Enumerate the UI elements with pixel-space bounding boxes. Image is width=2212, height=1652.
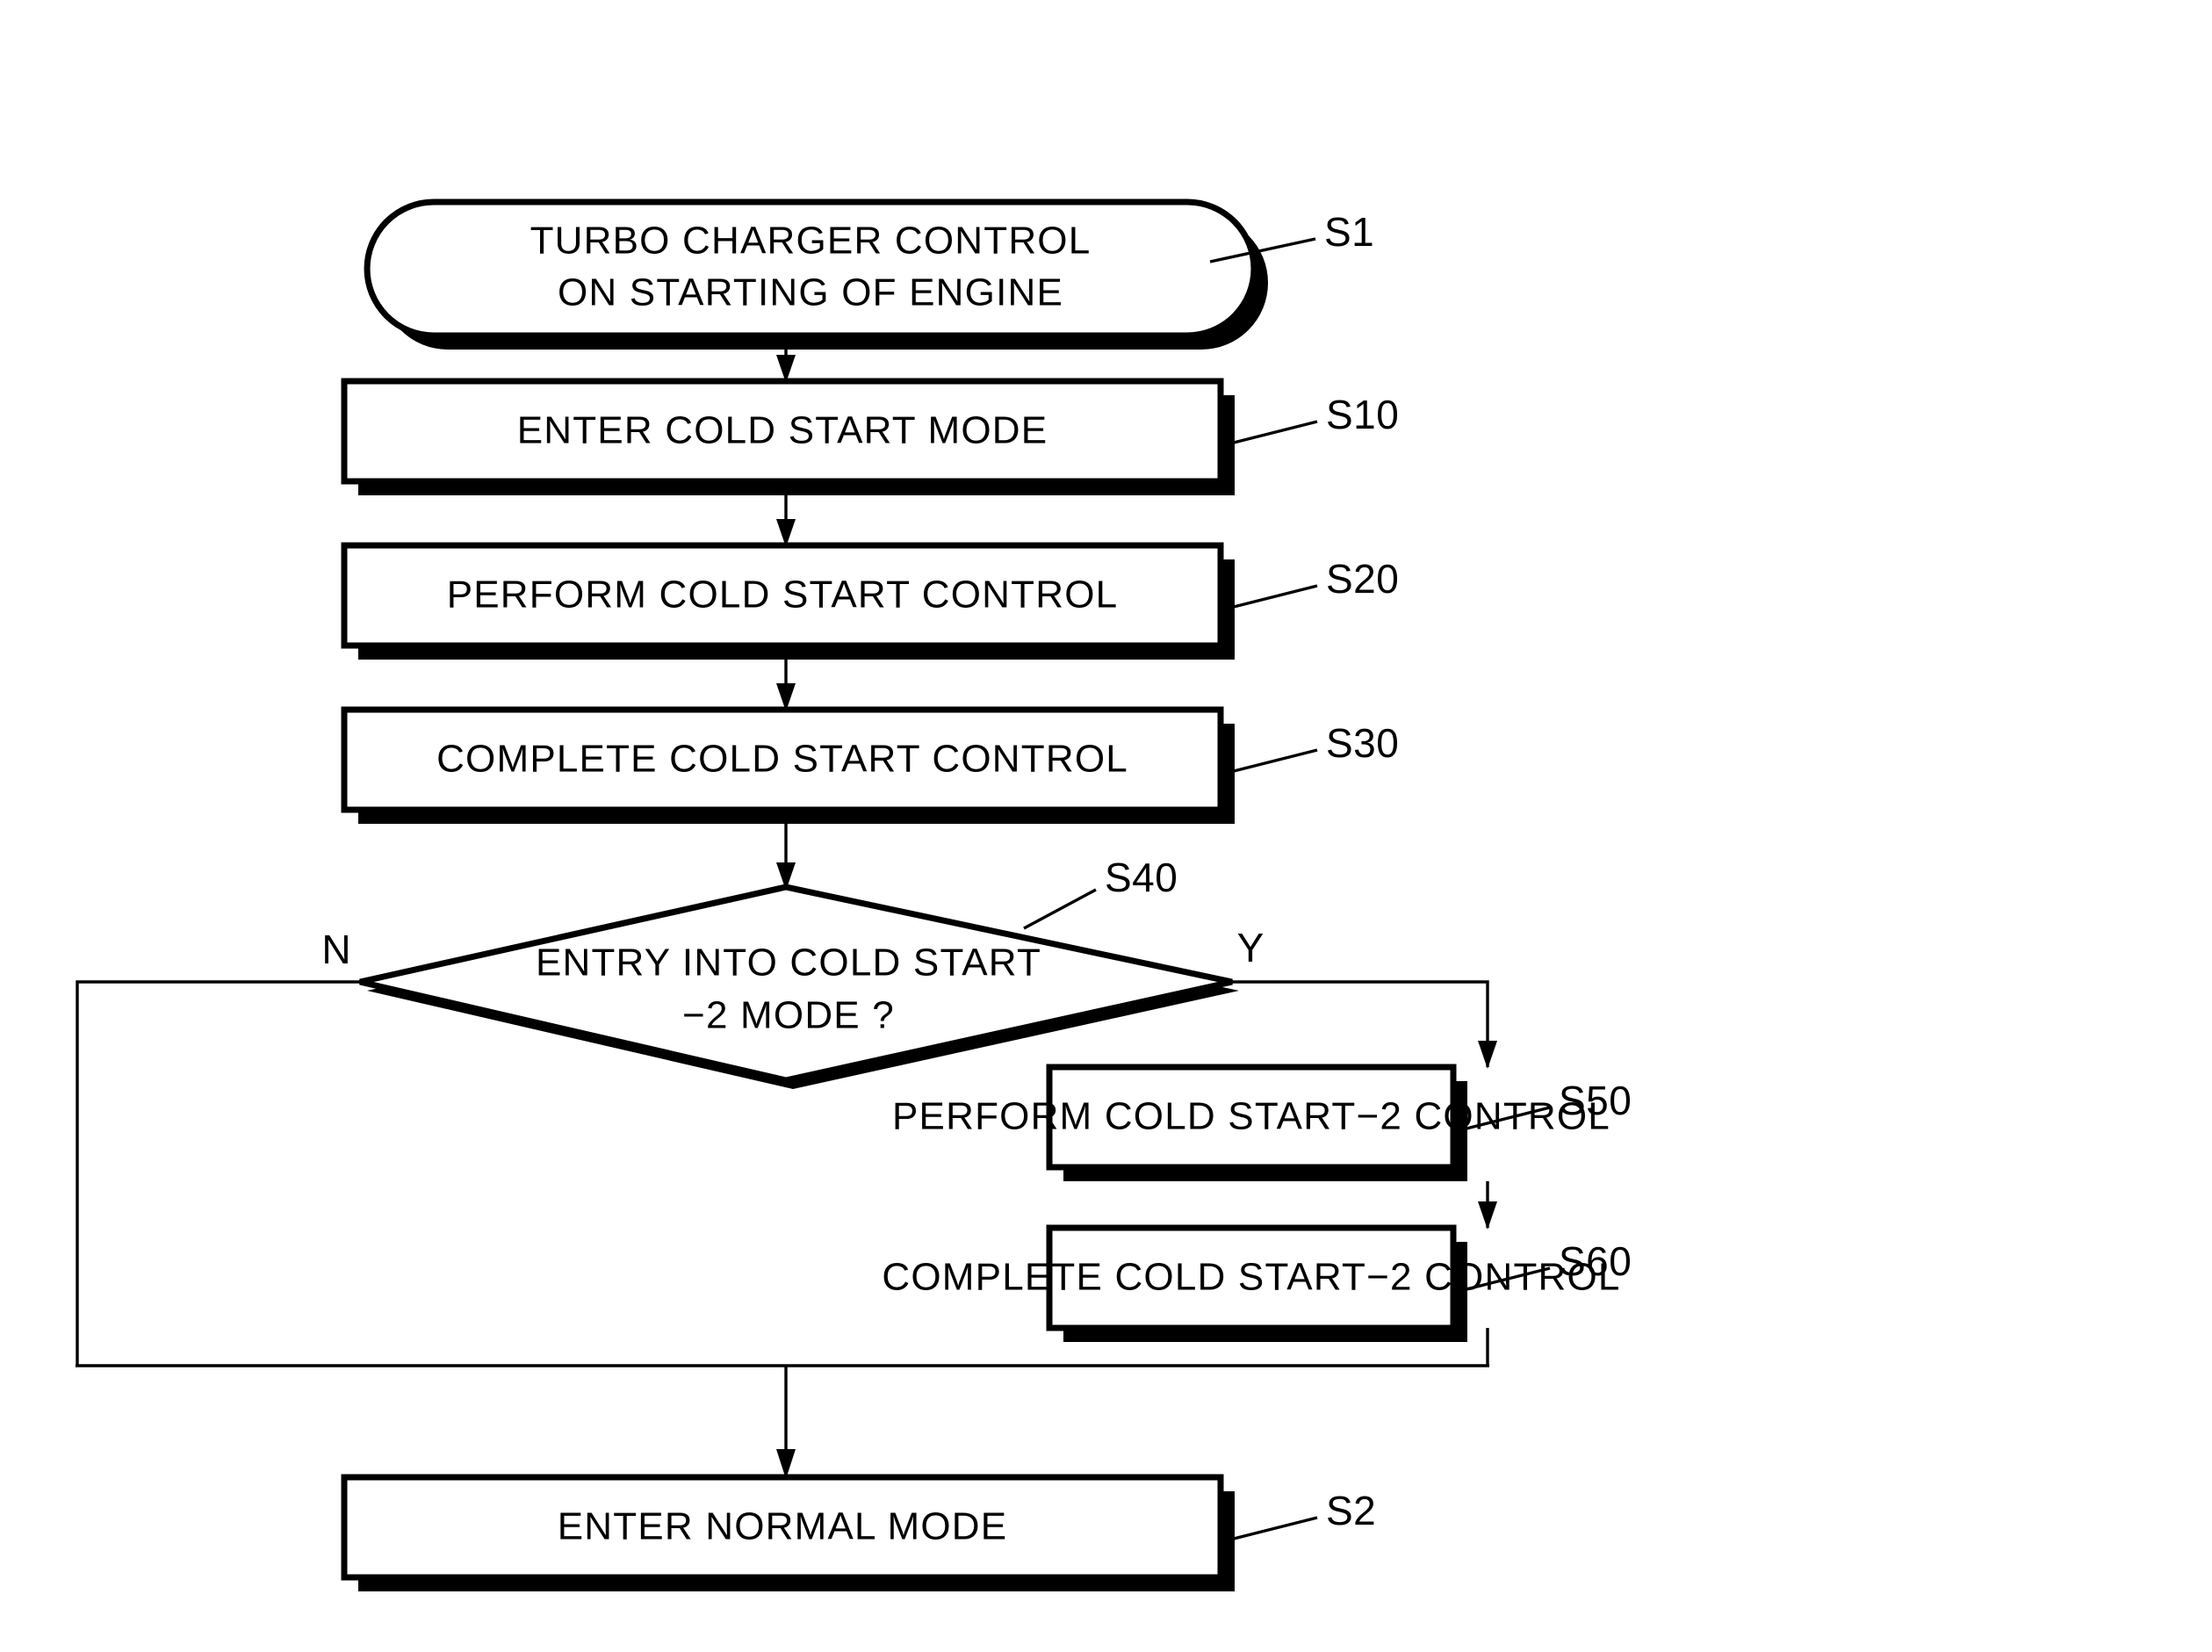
ref-label-s50: S50 bbox=[1559, 1078, 1632, 1123]
edge-s30-to-s40 bbox=[776, 824, 796, 891]
edge-s20-to-s30 bbox=[776, 660, 796, 711]
ref-label-s10: S10 bbox=[1326, 392, 1399, 437]
node-s30-process[interactable]: COMPLETE COLD START CONTROL bbox=[341, 706, 1235, 824]
edge-s40-no-to-merge bbox=[76, 980, 360, 1366]
s30-label: COMPLETE COLD START CONTROL bbox=[436, 738, 1128, 781]
node-s10-process[interactable]: ENTER COLD START MODE bbox=[341, 378, 1235, 495]
edge-line-s40-no bbox=[76, 980, 360, 1366]
start-terminator-label-line2: ON STARTING OF ENGINE bbox=[558, 271, 1063, 314]
ref-leader-s40 bbox=[1023, 888, 1097, 930]
ref-label-s40: S40 bbox=[1105, 855, 1178, 900]
s10-label: ENTER COLD START MODE bbox=[517, 409, 1048, 452]
s20-label: PERFORM COLD START CONTROL bbox=[447, 574, 1119, 617]
ref-callout-s40: S40 bbox=[1023, 855, 1178, 930]
node-s2-process[interactable]: ENTER NORMAL MODE bbox=[341, 1474, 1235, 1591]
ref-callout-s10: S10 bbox=[1226, 392, 1399, 446]
node-s60-process[interactable]: COMPLETE COLD START−2 CONTROL bbox=[882, 1224, 1620, 1342]
ref-label-s30: S30 bbox=[1326, 720, 1399, 766]
node-s50-process[interactable]: PERFORM COLD START−2 CONTROL bbox=[892, 1064, 1610, 1181]
edge-arrow-s50-s60 bbox=[1478, 1201, 1497, 1230]
ref-label-s60: S60 bbox=[1559, 1238, 1632, 1284]
s2-label: ENTER NORMAL MODE bbox=[558, 1505, 1008, 1548]
edge-s40-yes-to-s50 bbox=[1232, 980, 1497, 1069]
s40-label-line1: ENTRY INTO COLD START bbox=[536, 941, 1041, 985]
edge-s50-to-s60 bbox=[1478, 1181, 1497, 1230]
s50-label: PERFORM COLD START−2 CONTROL bbox=[892, 1095, 1610, 1138]
branch-label-no: N bbox=[321, 927, 350, 972]
ref-leader-s20 bbox=[1226, 584, 1318, 610]
node-s20-process[interactable]: PERFORM COLD START CONTROL bbox=[341, 542, 1235, 660]
ref-callout-s30: S30 bbox=[1226, 720, 1399, 775]
flowchart-canvas: TURBO CHARGER CONTROL ON STARTING OF ENG… bbox=[76, 198, 1632, 1591]
branch-label-yes: Y bbox=[1237, 925, 1265, 970]
ref-callout-s20: S20 bbox=[1226, 556, 1399, 610]
ref-label-s1: S1 bbox=[1324, 209, 1374, 255]
ref-label-s20: S20 bbox=[1326, 556, 1399, 602]
edge-arrow-s40-s50 bbox=[1478, 1041, 1497, 1069]
ref-leader-s30 bbox=[1226, 748, 1318, 775]
ref-label-s2: S2 bbox=[1326, 1488, 1376, 1533]
ref-leader-s10 bbox=[1226, 420, 1318, 446]
start-terminator-label-line1: TURBO CHARGER CONTROL bbox=[530, 220, 1092, 263]
edge-s10-to-s20 bbox=[776, 495, 796, 547]
edge-start-to-s10 bbox=[776, 350, 796, 383]
flowchart-page: TURBO CHARGER CONTROL ON STARTING OF ENG… bbox=[0, 0, 2212, 1652]
s40-label-line2: −2 MODE ? bbox=[682, 994, 895, 1037]
ref-leader-s2 bbox=[1226, 1516, 1318, 1542]
edge-merge-to-s2 bbox=[776, 1366, 796, 1479]
edge-line-s40-s50 bbox=[1232, 980, 1489, 1067]
node-start-terminator[interactable]: TURBO CHARGER CONTROL ON STARTING OF ENG… bbox=[364, 198, 1268, 350]
node-s40-decision[interactable]: ENTRY INTO COLD START −2 MODE ? bbox=[359, 884, 1239, 1089]
ref-callout-s2: S2 bbox=[1226, 1488, 1376, 1542]
